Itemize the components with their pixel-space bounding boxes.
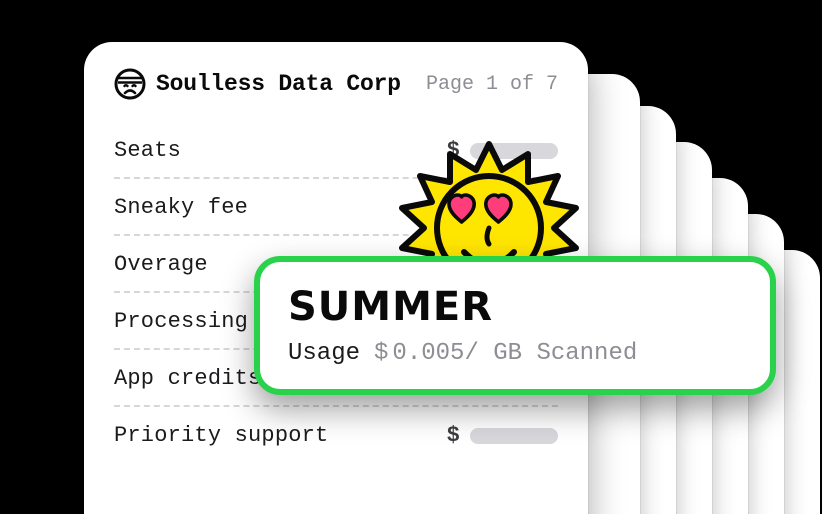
usage-label: Usage bbox=[288, 340, 360, 367]
usage-row: Usage $0.005/ GB Scanned bbox=[288, 340, 742, 367]
line-item-amount: $ bbox=[447, 423, 558, 448]
usage-price: $0.005/ GB Scanned bbox=[374, 340, 637, 367]
line-item: Priority support $ bbox=[114, 407, 558, 462]
invoice-header: Soulless Data Corp Page 1 of 7 bbox=[114, 68, 558, 100]
line-item-label: Seats bbox=[114, 138, 181, 163]
brand: Soulless Data Corp bbox=[114, 68, 401, 100]
redacted-amount bbox=[470, 428, 558, 444]
line-item-label: Sneaky fee bbox=[114, 195, 248, 220]
line-item-label: App credits bbox=[114, 366, 261, 391]
summer-callout: SUMMER Usage $0.005/ GB Scanned bbox=[254, 256, 776, 395]
line-item-label: Overage bbox=[114, 252, 208, 277]
company-name: Soulless Data Corp bbox=[156, 71, 401, 97]
currency-symbol: $ bbox=[447, 423, 460, 448]
price-value: 0.005 bbox=[392, 340, 464, 367]
sad-striped-face-icon bbox=[114, 68, 146, 100]
currency-symbol: $ bbox=[374, 340, 388, 367]
line-item-label: Priority support bbox=[114, 423, 328, 448]
callout-title: SUMMER bbox=[288, 284, 742, 330]
price-unit: / GB Scanned bbox=[464, 340, 637, 367]
page-indicator: Page 1 of 7 bbox=[426, 73, 558, 96]
